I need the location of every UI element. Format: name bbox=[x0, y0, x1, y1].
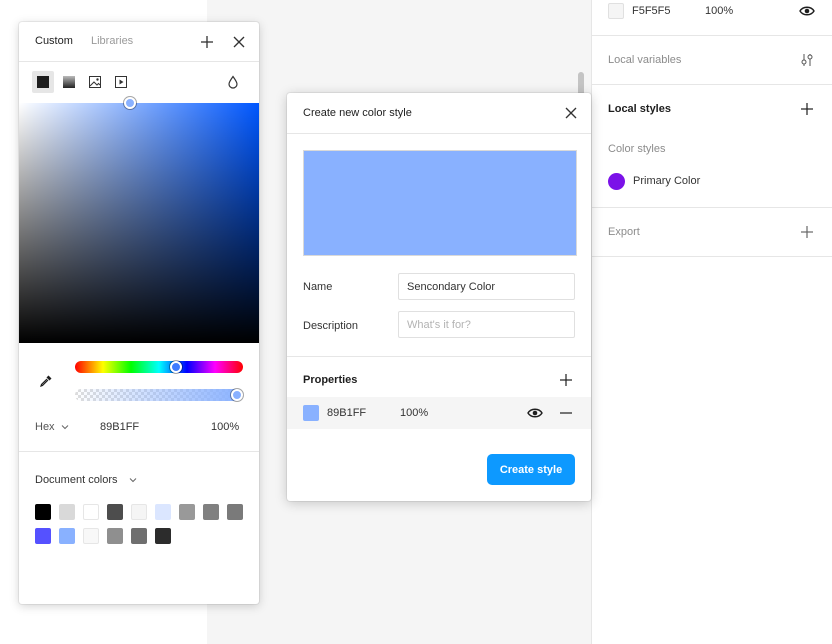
document-color-swatch[interactable] bbox=[35, 528, 51, 544]
export-section: Export bbox=[592, 208, 832, 257]
right-properties-panel: F5F5F5 100% Local variables Local styles… bbox=[591, 0, 832, 644]
eyedropper-icon[interactable] bbox=[38, 373, 54, 389]
minus-icon[interactable] bbox=[558, 405, 574, 421]
plus-icon[interactable] bbox=[799, 224, 815, 240]
mode-gradient[interactable] bbox=[58, 71, 80, 93]
saturation-field[interactable] bbox=[19, 103, 259, 343]
document-color-swatch[interactable] bbox=[203, 504, 219, 520]
fill-row: F5F5F5 100% bbox=[592, 0, 832, 36]
create-color-style-dialog: Create new color style Name Description … bbox=[287, 93, 591, 501]
export-label: Export bbox=[608, 226, 640, 238]
dialog-header-divider bbox=[287, 133, 591, 134]
document-color-swatch[interactable] bbox=[59, 504, 75, 520]
property-row: 89B1FF 100% bbox=[287, 397, 591, 429]
saturation-handle[interactable] bbox=[124, 97, 136, 109]
video-icon bbox=[115, 76, 127, 88]
document-color-swatch[interactable] bbox=[227, 504, 243, 520]
drop-icon[interactable] bbox=[226, 75, 240, 89]
picker-header-divider bbox=[19, 61, 259, 62]
color-preview bbox=[303, 150, 577, 256]
tab-libraries[interactable]: Libraries bbox=[91, 35, 133, 47]
opacity-slider[interactable] bbox=[75, 389, 243, 401]
close-icon[interactable] bbox=[231, 34, 247, 50]
property-swatch[interactable] bbox=[303, 405, 319, 421]
mode-image[interactable] bbox=[84, 71, 106, 93]
color-picker-panel: Custom Libraries Hex 89B1FF 100% Documen… bbox=[19, 22, 259, 604]
mode-solid[interactable] bbox=[32, 71, 54, 93]
description-label: Description bbox=[303, 320, 359, 332]
fill-opacity[interactable]: 100% bbox=[705, 5, 733, 17]
eye-icon[interactable] bbox=[799, 4, 815, 18]
plus-icon[interactable] bbox=[799, 101, 815, 117]
eye-icon[interactable] bbox=[527, 406, 543, 420]
document-color-swatch[interactable] bbox=[179, 504, 195, 520]
create-style-button[interactable]: Create style bbox=[487, 454, 575, 485]
color-styles-label: Color styles bbox=[608, 143, 666, 155]
image-icon bbox=[89, 76, 101, 88]
dialog-title: Create new color style bbox=[303, 107, 412, 119]
opacity-gradient bbox=[75, 389, 243, 401]
chevron-down-icon[interactable] bbox=[129, 477, 137, 483]
opacity-input[interactable]: 100% bbox=[211, 421, 239, 433]
picker-section-divider bbox=[19, 451, 259, 452]
document-color-swatch[interactable] bbox=[131, 504, 147, 520]
document-color-swatch[interactable] bbox=[83, 528, 99, 544]
fill-hex[interactable]: F5F5F5 bbox=[632, 5, 671, 17]
document-color-swatch[interactable] bbox=[59, 528, 75, 544]
document-color-swatch[interactable] bbox=[107, 528, 123, 544]
property-hex[interactable]: 89B1FF bbox=[327, 407, 366, 419]
opacity-handle[interactable] bbox=[231, 389, 243, 401]
property-opacity[interactable]: 100% bbox=[400, 407, 428, 419]
color-format-select[interactable]: Hex bbox=[35, 421, 55, 433]
primary-color-swatch[interactable] bbox=[608, 173, 625, 190]
hue-slider[interactable] bbox=[75, 361, 243, 373]
local-styles-section: Local styles Color styles bbox=[592, 85, 832, 208]
sliders-icon[interactable] bbox=[799, 52, 815, 68]
document-color-swatch[interactable] bbox=[131, 528, 147, 544]
solid-fill-icon bbox=[37, 76, 49, 88]
hue-handle[interactable] bbox=[170, 361, 182, 373]
name-label: Name bbox=[303, 281, 333, 293]
fill-swatch[interactable] bbox=[608, 3, 624, 19]
mode-video[interactable] bbox=[110, 71, 132, 93]
hex-input[interactable]: 89B1FF bbox=[100, 421, 139, 433]
local-variables-section: Local variables bbox=[592, 36, 832, 85]
plus-icon[interactable] bbox=[558, 372, 574, 388]
dialog-section-divider bbox=[287, 356, 591, 357]
document-color-swatch[interactable] bbox=[155, 504, 171, 520]
style-item-primary-color[interactable]: Primary Color bbox=[633, 175, 700, 187]
document-color-swatch[interactable] bbox=[155, 528, 171, 544]
gradient-icon bbox=[63, 76, 75, 88]
style-name-input[interactable] bbox=[398, 273, 575, 300]
document-color-swatch[interactable] bbox=[35, 504, 51, 520]
close-icon[interactable] bbox=[563, 105, 579, 121]
properties-label: Properties bbox=[303, 374, 358, 386]
chevron-down-icon[interactable] bbox=[61, 424, 69, 430]
description-input[interactable] bbox=[398, 311, 575, 338]
local-styles-label: Local styles bbox=[608, 103, 671, 115]
document-colors-dropdown[interactable]: Document colors bbox=[35, 474, 118, 486]
plus-icon[interactable] bbox=[199, 34, 215, 50]
local-variables-label: Local variables bbox=[608, 54, 682, 66]
tab-custom[interactable]: Custom bbox=[35, 35, 73, 47]
document-color-swatch[interactable] bbox=[83, 504, 99, 520]
document-color-swatch[interactable] bbox=[107, 504, 123, 520]
